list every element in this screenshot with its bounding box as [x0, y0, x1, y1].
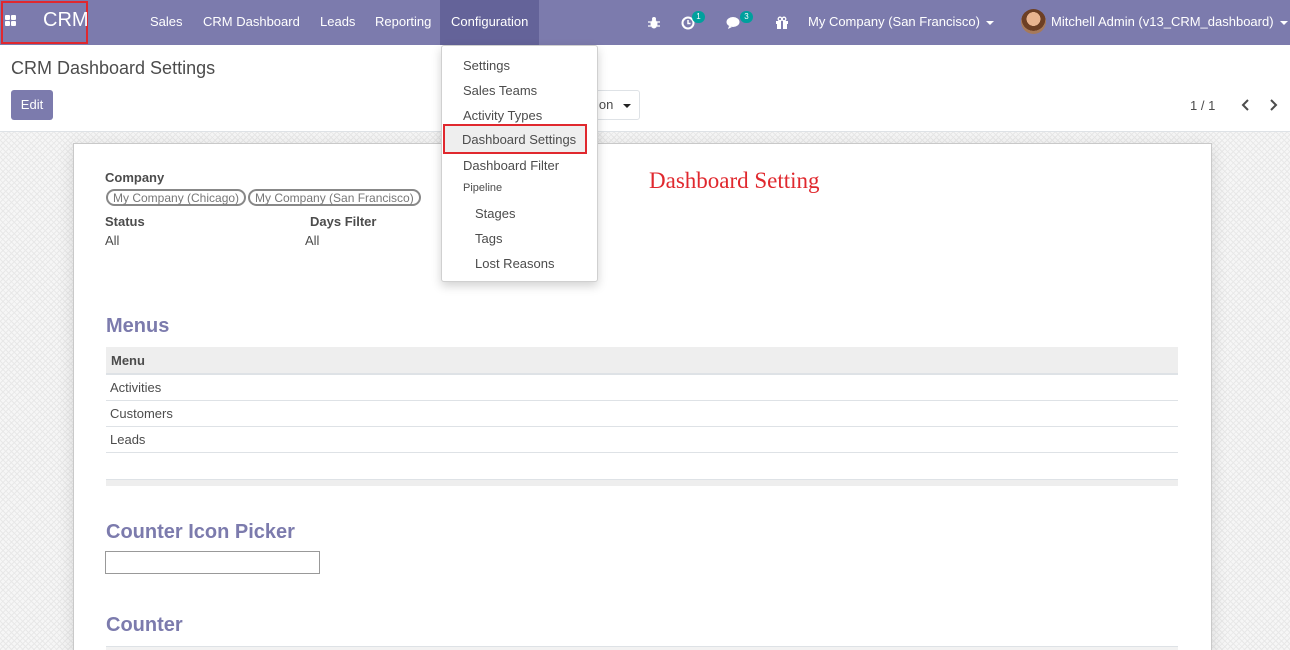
- status-value[interactable]: All: [105, 233, 119, 248]
- chevron-left-icon[interactable]: [1240, 98, 1252, 112]
- message-count-badge: 3: [740, 11, 753, 23]
- top-navbar: CRM Sales CRM Dashboard Leads Reporting …: [0, 0, 1290, 45]
- table-row[interactable]: Leads: [106, 427, 1178, 453]
- dropdown-item-dashboard-filter[interactable]: Dashboard Filter: [463, 158, 559, 173]
- menus-section-title: Menus: [106, 315, 170, 337]
- company-tag[interactable]: My Company (Chicago): [106, 189, 247, 206]
- chevron-down-icon: [1279, 20, 1288, 25]
- counter-section-title: Counter: [106, 614, 183, 636]
- dropdown-item-lost-reasons[interactable]: Lost Reasons: [475, 256, 555, 271]
- dashboard-settings-label: Dashboard Settings: [462, 132, 577, 147]
- app-brand[interactable]: CRM: [43, 9, 89, 32]
- dropdown-item-activity-types[interactable]: Activity Types: [463, 108, 542, 123]
- company-switcher[interactable]: My Company (San Francisco): [808, 0, 994, 45]
- pager-value: 1 / 1: [1190, 98, 1216, 113]
- company-label: Company: [105, 170, 165, 185]
- dropdown-item-settings[interactable]: Settings: [463, 58, 510, 73]
- icon-picker-section-title: Counter Icon Picker: [106, 521, 295, 543]
- user-menu[interactable]: Mitchell Admin (v13_CRM_dashboard): [1051, 0, 1288, 45]
- messages-icon[interactable]: [726, 0, 742, 45]
- dropdown-item-stages[interactable]: Stages: [475, 206, 515, 221]
- action-label: ion: [596, 97, 614, 112]
- gift-icon[interactable]: [775, 0, 789, 45]
- dropdown-header-pipeline: Pipeline: [463, 182, 503, 194]
- debug-bug-icon[interactable]: [647, 0, 661, 45]
- status-label: Status: [105, 214, 145, 229]
- dropdown-item-tags[interactable]: Tags: [475, 231, 502, 246]
- configuration-dropdown: Settings Sales Teams Activity Types Dash…: [441, 45, 598, 282]
- menu-column-header[interactable]: Menu: [106, 347, 1178, 375]
- menu-sales[interactable]: Sales: [150, 0, 183, 45]
- activity-clock-icon[interactable]: [681, 0, 695, 45]
- menu-reporting[interactable]: Reporting: [375, 0, 431, 45]
- chevron-down-icon: [985, 20, 994, 25]
- table-footer: [106, 479, 1178, 486]
- menu-leads[interactable]: Leads: [320, 0, 355, 45]
- counter-icon-input[interactable]: [105, 551, 320, 574]
- edit-button[interactable]: Edit: [11, 90, 53, 120]
- menus-table: Menu Activities Customers Leads: [106, 347, 1178, 453]
- dropdown-item-sales-teams[interactable]: Sales Teams: [463, 83, 537, 98]
- table-row[interactable]: Activities: [106, 375, 1178, 401]
- company-name: My Company (San Francisco): [808, 14, 980, 29]
- chevron-right-icon[interactable]: [1267, 98, 1279, 112]
- counter-table-header: [106, 646, 1178, 650]
- days-filter-label: Days Filter: [310, 214, 377, 229]
- dashboard-setting-heading: Dashboard Setting: [649, 168, 820, 193]
- chevron-down-icon: [623, 103, 632, 108]
- company-tag[interactable]: My Company (San Francisco): [248, 189, 421, 206]
- menu-configuration[interactable]: Configuration: [440, 0, 540, 45]
- days-filter-value[interactable]: All: [305, 233, 319, 248]
- dropdown-item-dashboard-settings[interactable]: Dashboard Settings: [443, 124, 587, 154]
- breadcrumb: CRM Dashboard Settings: [11, 58, 216, 78]
- menu-crm-dashboard[interactable]: CRM Dashboard: [203, 0, 300, 45]
- activity-count-badge: 1: [692, 11, 705, 23]
- user-avatar[interactable]: [1021, 9, 1046, 34]
- user-name: Mitchell Admin (v13_CRM_dashboard): [1051, 14, 1274, 29]
- table-row[interactable]: Customers: [106, 401, 1178, 427]
